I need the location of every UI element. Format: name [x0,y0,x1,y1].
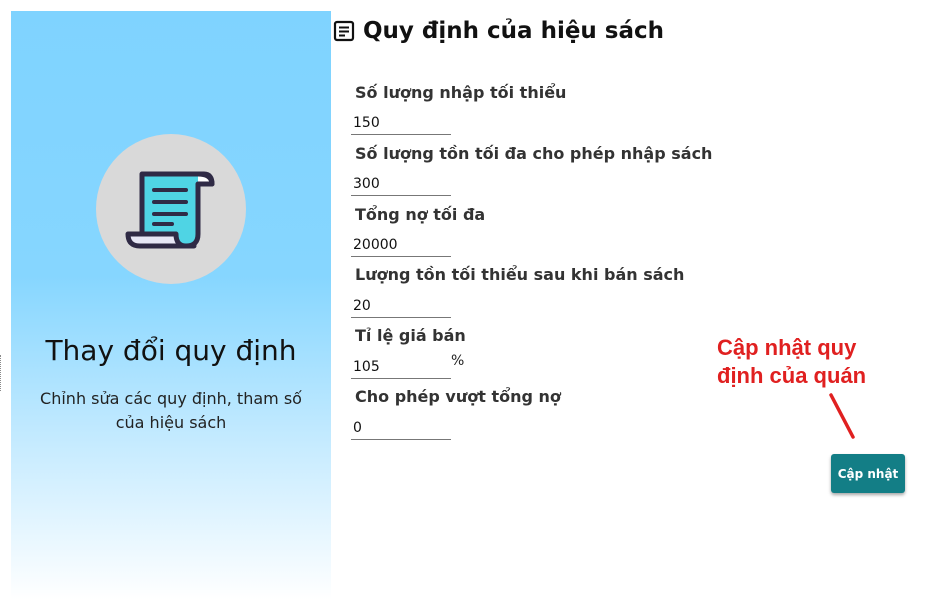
max-debt-input[interactable] [351,233,451,257]
annotation-arrow [829,393,855,439]
panel-subtitle: Chỉnh sửa các quy định, tham số của hiệu… [11,387,331,435]
panel-title: Thay đổi quy định [45,334,297,367]
field-label-min-stock-after-sale: Lượng tồn tối thiểu sau khi bán sách [355,265,685,284]
field-label-max-stock: Số lượng tồn tối đa cho phép nhập sách [355,144,713,163]
update-button[interactable]: Cập nhật [831,454,905,493]
annotation-line2: định của quán [717,363,867,388]
info-panel: Thay đổi quy định Chỉnh sửa các quy định… [11,11,331,600]
min-import-input[interactable] [351,111,451,135]
document-icon [333,20,355,42]
panel-subtitle-line2: của hiệu sách [115,413,227,432]
field-label-price-ratio: Tỉ lệ giá bán [355,326,466,345]
icon-circle [96,134,246,284]
annotation-line1: Cập nhật quy [717,335,857,360]
field-label-max-debt: Tổng nợ tối đa [355,205,486,224]
scroll-icon [125,171,215,249]
window-edge-marker [0,355,3,391]
max-stock-input[interactable] [351,172,451,196]
allow-debt-overrun-input[interactable] [351,416,451,440]
page-title: Quy định của hiệu sách [333,16,664,46]
percent-suffix: % [451,353,465,369]
panel-subtitle-line1: Chỉnh sửa các quy định, tham số [40,389,302,408]
annotation-note: Cập nhật quy định của quán [717,334,866,390]
field-label-min-import: Số lượng nhập tối thiểu [355,83,567,102]
field-label-allow-debt-overrun: Cho phép vượt tổng nợ [355,387,561,406]
page-title-text: Quy định của hiệu sách [363,18,665,44]
min-stock-after-sale-input[interactable] [351,294,451,318]
price-ratio-input[interactable] [351,355,451,379]
